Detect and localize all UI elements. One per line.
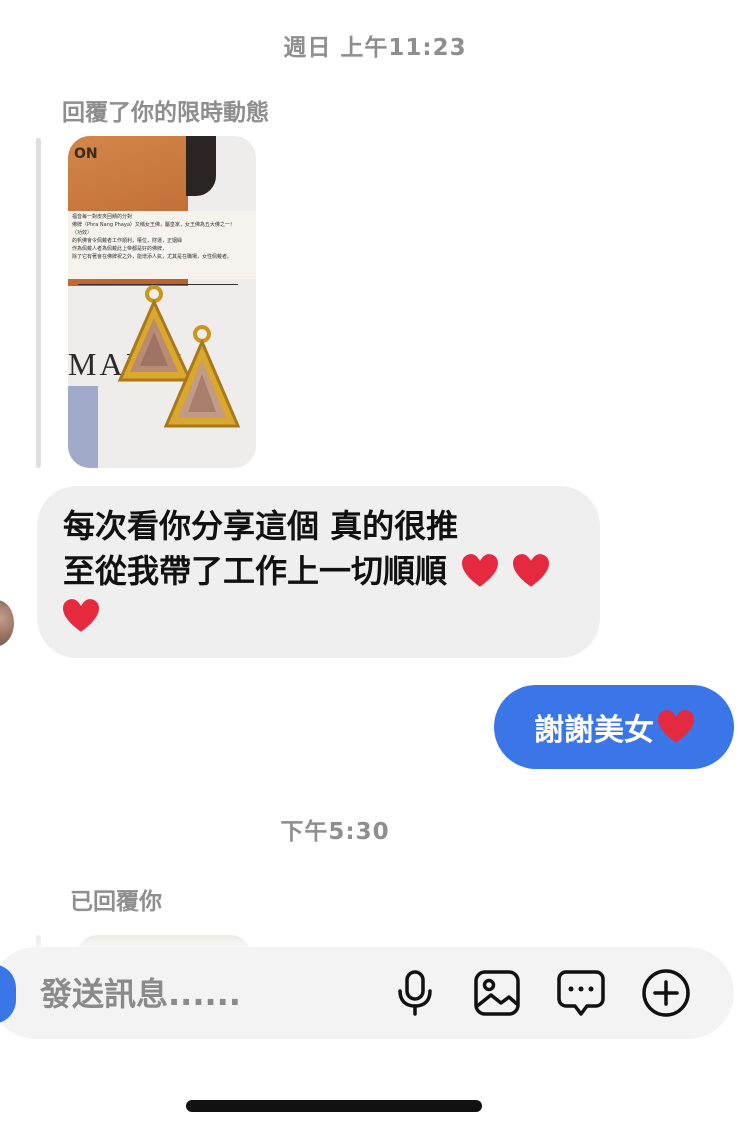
blue-fabric <box>68 386 98 468</box>
red-heart-emoji <box>63 599 99 632</box>
image-icon[interactable] <box>471 966 523 1020</box>
story-card-line: （功效） <box>72 230 93 236</box>
reply-label: 已回覆你 <box>70 889 162 915</box>
chat-bubble-icon[interactable] <box>555 966 607 1020</box>
timestamp: 下午5:30 <box>280 819 390 845</box>
story-card-line: 作為佩戴人者為佩戴此上帝都是好的佛牌， <box>72 246 168 252</box>
dark-strap <box>186 136 216 196</box>
timestamp: 週日 上午11:23 <box>283 35 467 61</box>
red-heart-emoji <box>513 554 550 587</box>
message-line: 至從我帶了工作上一切順順 <box>63 552 448 590</box>
add-circle-icon[interactable] <box>640 966 692 1020</box>
story-text-card: 福音每一對皮夾回饋的分對 佛牌（Phra Nang Phaya）又稱女王佛，屬皇… <box>68 211 256 279</box>
avatar[interactable] <box>0 600 14 646</box>
microphone-icon[interactable] <box>389 966 441 1020</box>
red-heart-emoji <box>658 710 694 743</box>
sent-message-text: 謝謝美女 <box>534 713 654 748</box>
red-heart-emoji <box>462 554 499 587</box>
story-card-line: 的帆佛會令佩戴者工作順利，權位，財運，正姻緣 <box>72 238 183 244</box>
reply-indicator-bar <box>36 138 41 468</box>
sent-message-bubble[interactable]: 謝謝美女 <box>494 685 734 769</box>
story-card-line: 除了它有著會在佛牌祝之外，能增添人氣，尤其是在職場，女性佩戴者。 <box>72 254 233 260</box>
story-thumbnail[interactable]: ON 福音每一對皮夾回饋的分對 佛牌（Phra Nang Phaya）又稱女王佛… <box>68 136 256 468</box>
story-reply-label: 回覆了你的限時動態 <box>62 100 269 126</box>
home-indicator[interactable] <box>186 1100 482 1112</box>
story-card-line: 福音每一對皮夾回饋的分對 <box>72 214 133 220</box>
box-text: ON <box>74 146 98 162</box>
amulet-pendant-image <box>163 325 241 428</box>
received-message-bubble[interactable]: 每次看你分享這個 真的很推 至從我帶了工作上一切順順 <box>37 486 600 658</box>
message-line: 每次看你分享這個 真的很推 <box>63 507 459 545</box>
story-card-line: 佛牌（Phra Nang Phaya）又稱女王佛，屬皇家，女王佛為五大佛之一！ <box>72 222 235 228</box>
message-input[interactable] <box>38 968 362 1020</box>
